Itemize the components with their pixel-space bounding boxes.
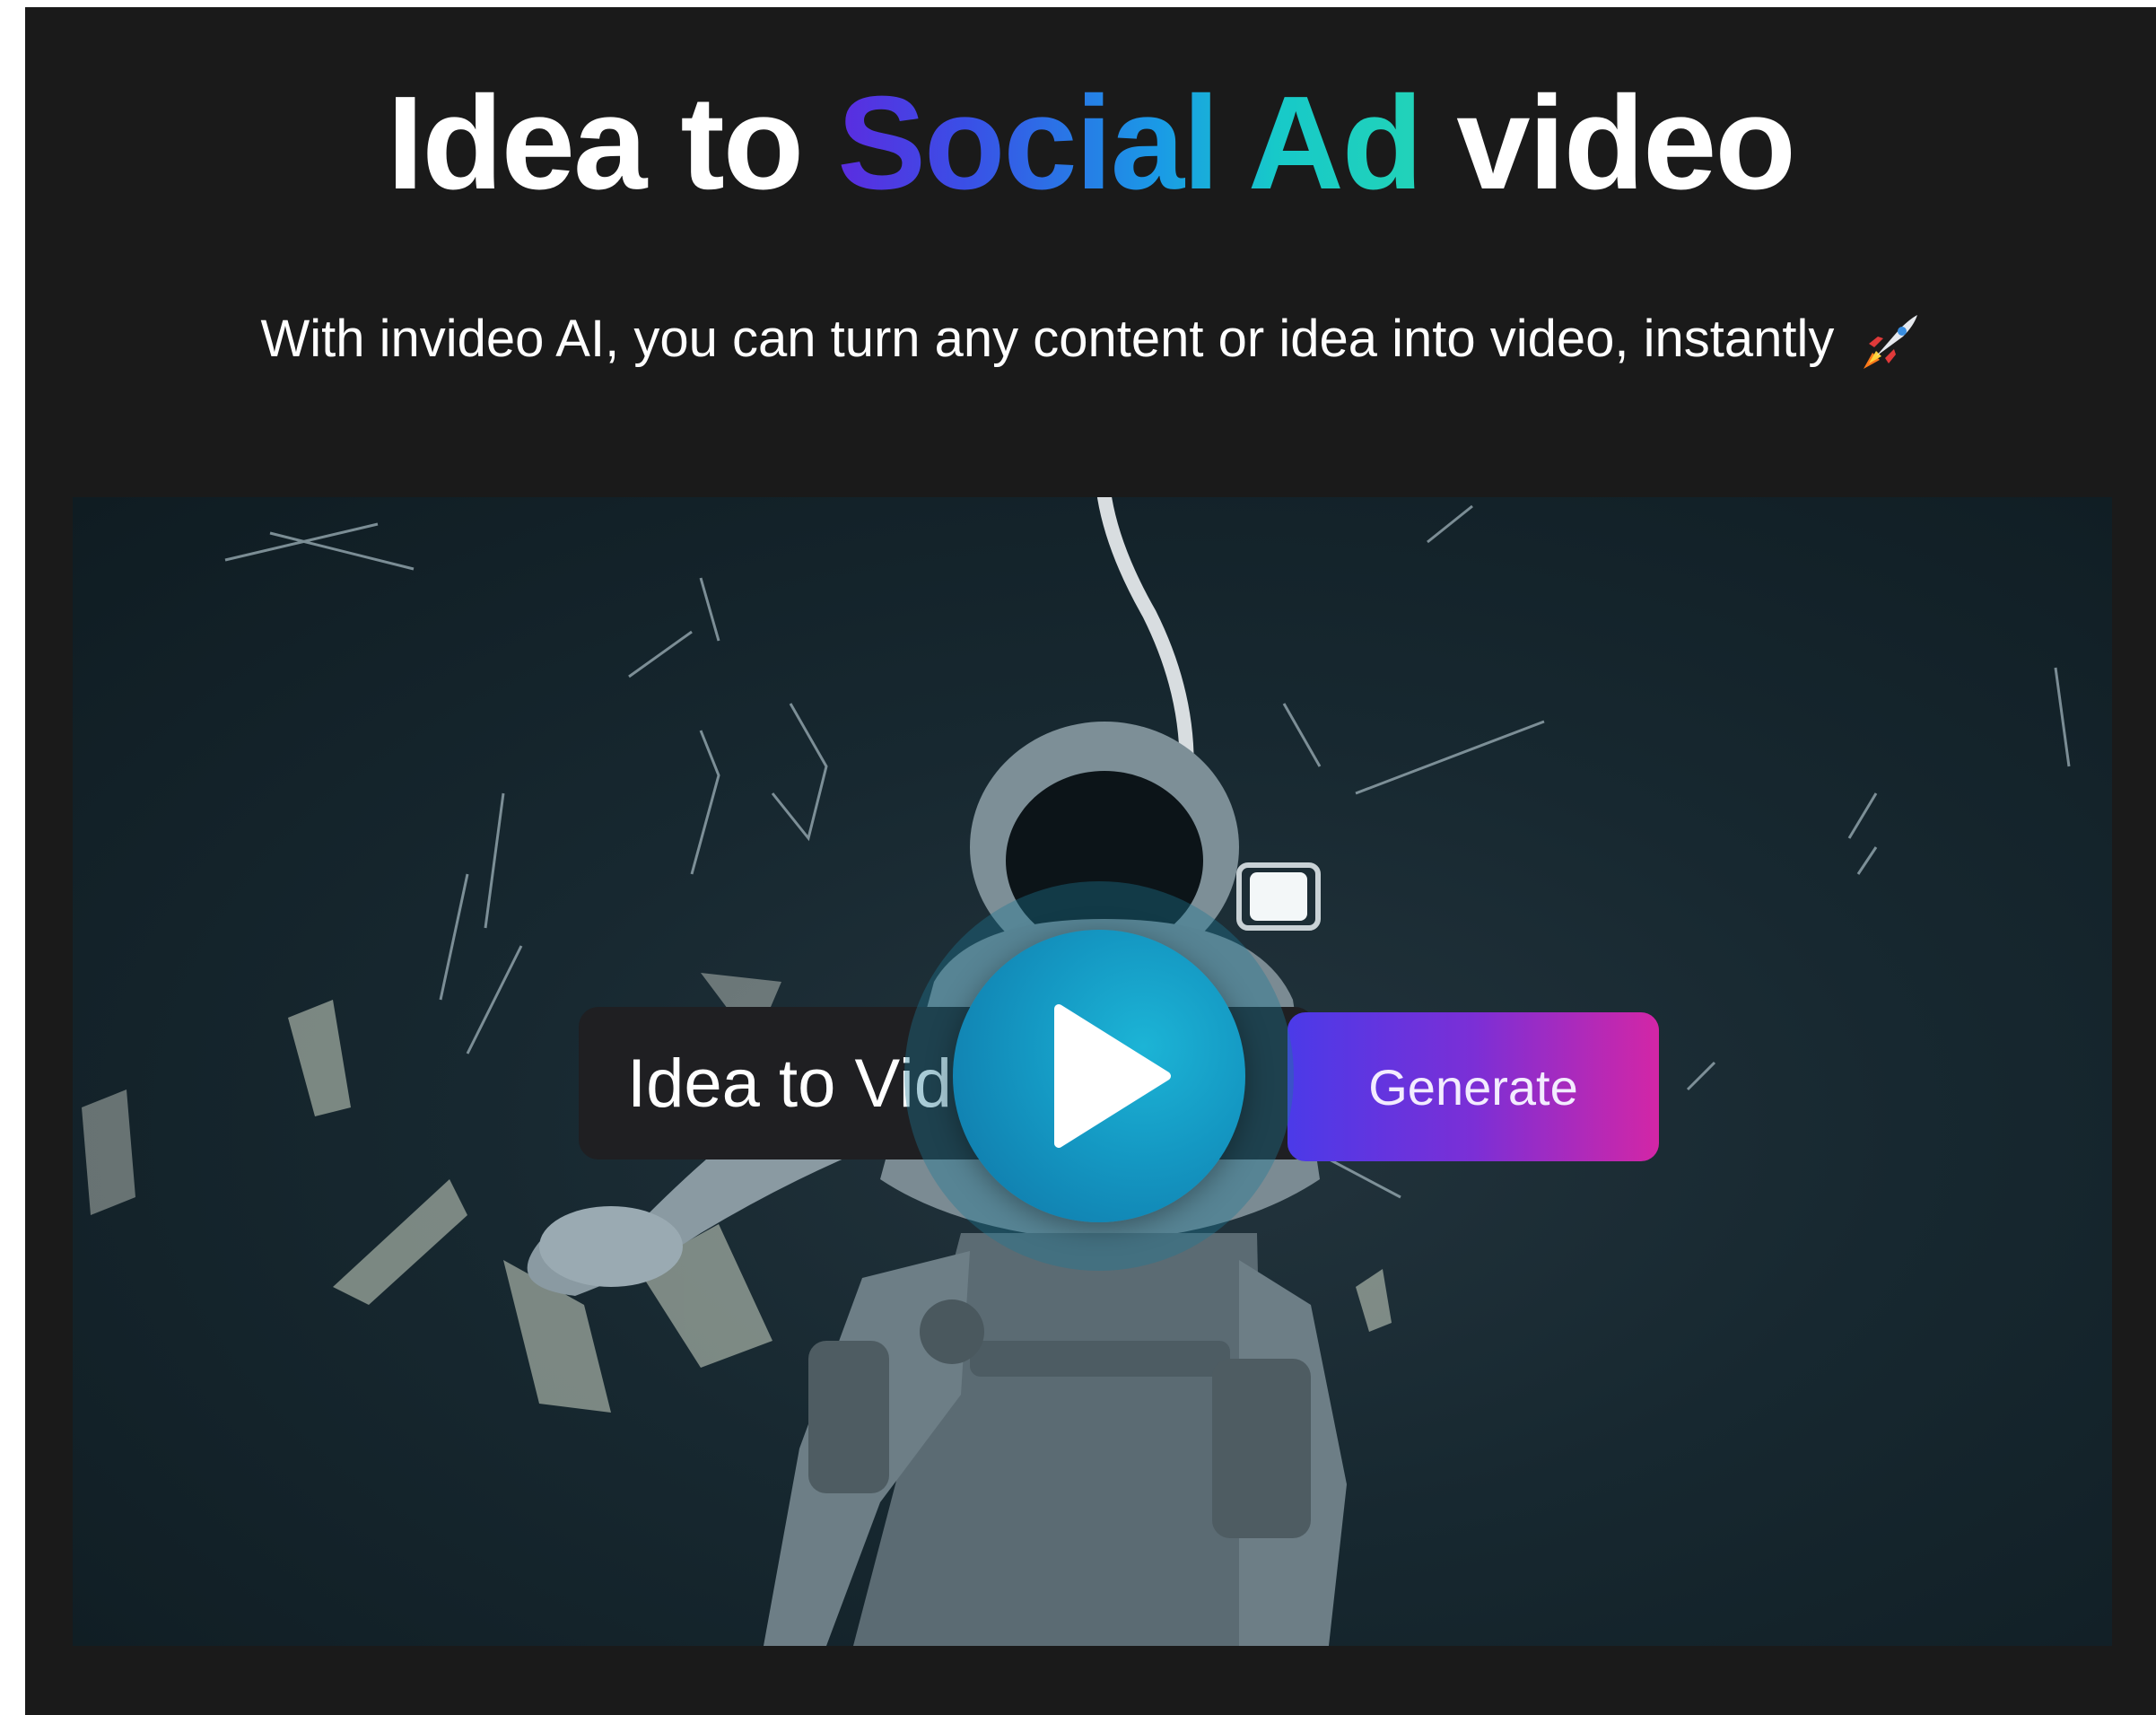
rocket-icon: [1858, 311, 1921, 374]
headline-part-2: video: [1421, 69, 1796, 217]
subtitle: With invideo AI, you can turn any conten…: [25, 303, 2156, 375]
subtitle-text: With invideo AI, you can turn any conten…: [260, 310, 1835, 368]
play-button[interactable]: [953, 930, 1245, 1222]
play-icon: [1054, 1004, 1171, 1148]
headline-highlight: Social Ad: [837, 69, 1423, 217]
headline-part-1: Idea to: [387, 69, 838, 217]
video-player[interactable]: Idea to Video Generate: [73, 497, 2112, 1646]
page-title: Idea to Social Ad video: [25, 72, 2156, 215]
hero-section: Idea to Social Ad video With invideo AI,…: [25, 7, 2156, 1715]
generate-button: Generate: [1287, 1012, 1659, 1161]
